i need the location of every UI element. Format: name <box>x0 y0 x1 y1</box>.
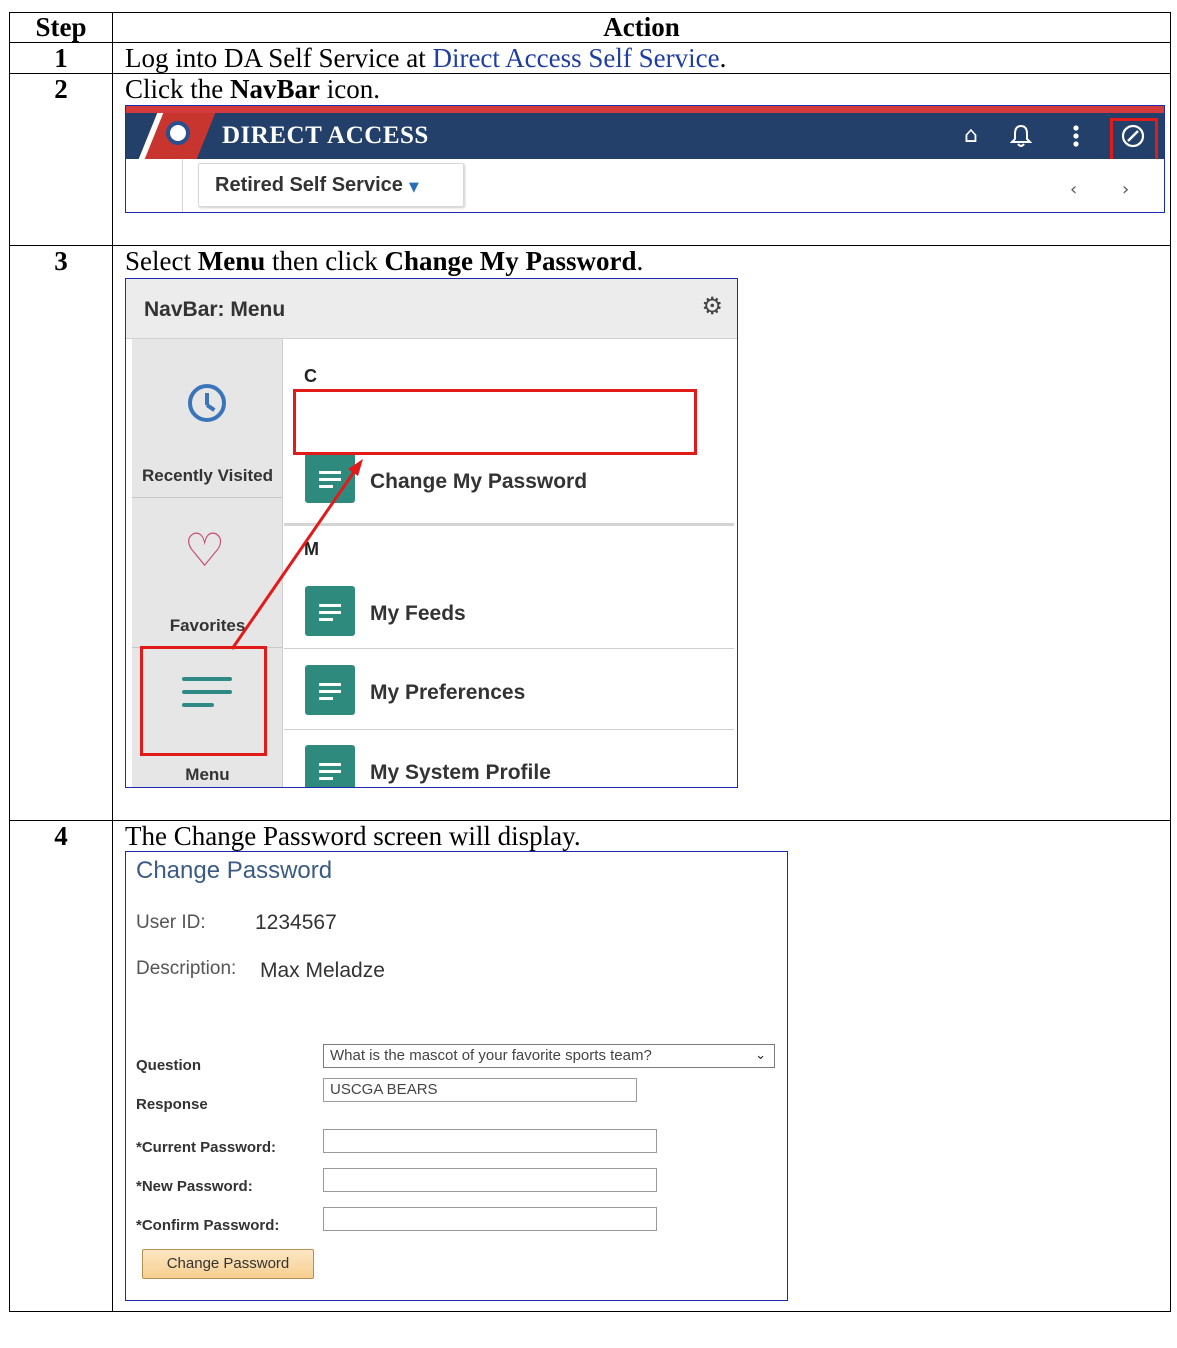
menu-item-my-feeds[interactable]: My Feeds <box>284 549 734 649</box>
navbar-header: NavBar: Menu ⚙ <box>126 279 737 339</box>
change-password-screenshot: Change Password User ID: 1234567 Descrip… <box>125 851 788 1301</box>
step-text: Log into DA Self Service at <box>125 43 433 73</box>
step-action: Select Menu then click Change My Passwor… <box>112 245 1171 821</box>
sub-header: Retired Self Service ▼ ‹ › <box>126 159 1164 212</box>
new-password-label: *New Password: <box>136 1178 253 1195</box>
navbar-title: NavBar: Menu <box>144 298 286 321</box>
home-icon[interactable]: ⌂ <box>956 121 986 151</box>
clock-icon <box>188 384 226 422</box>
new-password-input[interactable] <box>323 1168 657 1192</box>
header-action: Action <box>112 12 1171 43</box>
menu-item-label: Change My Password <box>370 470 588 493</box>
sidebar-item-menu[interactable]: Menu <box>132 760 283 787</box>
sidebar-item-recently-visited[interactable]: Recently Visited <box>132 461 283 491</box>
app-title: DIRECT ACCESS <box>222 122 429 149</box>
change-password-title: Change Password <box>136 857 333 884</box>
menu-item-label: My System Profile <box>370 761 551 784</box>
table-header-row: Step Action <box>9 12 1171 43</box>
table-row: 4 The Change Password screen will displa… <box>9 820 1171 1312</box>
description-value: Max Meladze <box>260 959 385 982</box>
step-number: 2 <box>9 73 113 246</box>
question-select[interactable]: What is the mascot of your favorite spor… <box>323 1044 775 1068</box>
sidebar-item-favorites[interactable]: Favorites <box>132 611 283 641</box>
user-id-value: 1234567 <box>255 911 337 934</box>
step-action: Log into DA Self Service at Direct Acces… <box>112 42 1171 74</box>
navbar-screenshot: NavBar: Menu ⚙ Recently Visited ♡ Favori… <box>125 278 738 788</box>
direct-access-link[interactable]: Direct Access Self Service <box>432 43 719 73</box>
menu-item-icon <box>305 745 355 787</box>
step-text: . <box>719 43 727 73</box>
step-action: Click the NavBar icon. DIRECT ACCESS ⌂ R… <box>112 73 1171 246</box>
heart-icon: ♡ <box>184 523 226 577</box>
seal-icon <box>166 121 190 145</box>
change-password-button[interactable]: Change Password <box>142 1249 314 1279</box>
app-header-bar: DIRECT ACCESS ⌂ <box>126 106 1164 166</box>
table-row: 3 Select Menu then click Change My Passw… <box>9 245 1171 821</box>
menu-item-icon <box>305 453 355 503</box>
confirm-password-input[interactable] <box>323 1207 657 1231</box>
menu-item-label: My Preferences <box>370 681 526 704</box>
response-input[interactable]: USCGA BEARS <box>323 1078 637 1102</box>
step-instruction: The Change Password screen will display. <box>125 821 581 851</box>
menu-item-icon <box>305 586 355 636</box>
more-vertical-icon[interactable] <box>1061 121 1091 151</box>
current-password-label: *Current Password: <box>136 1139 277 1156</box>
table-row: 1 Log into DA Self Service at Direct Acc… <box>9 42 1171 74</box>
table-row: 2 Click the NavBar icon. DIRECT ACCESS ⌂ <box>9 73 1171 246</box>
question-label: Question <box>136 1057 202 1074</box>
step-action: The Change Password screen will display.… <box>112 820 1171 1312</box>
bell-icon[interactable] <box>1006 121 1036 151</box>
chevron-right-icon[interactable]: › <box>1122 175 1129 205</box>
user-id-label: User ID: <box>136 912 206 933</box>
menu-item-my-system-profile[interactable]: My System Profile <box>284 731 734 787</box>
caret-down-icon: ▼ <box>408 180 419 195</box>
header-screenshot: DIRECT ACCESS ⌂ Retired Self Service ▼ ‹… <box>125 105 1165 213</box>
confirm-password-label: *Confirm Password: <box>136 1217 280 1234</box>
procedure-table: Step Action 1 Log into DA Self Service a… <box>9 12 1171 1312</box>
retired-self-service-tab[interactable]: Retired Self Service ▼ <box>198 163 464 207</box>
step-number: 1 <box>9 42 113 74</box>
header-step: Step <box>9 12 113 43</box>
gear-icon[interactable]: ⚙ <box>701 291 723 321</box>
response-label: Response <box>136 1096 208 1113</box>
step-number: 4 <box>9 820 113 1312</box>
chevron-down-icon: ⌄ <box>755 1048 766 1063</box>
step-instruction: Click the NavBar icon. <box>125 74 380 104</box>
menu-item-icon <box>305 665 355 715</box>
menu-item-my-preferences[interactable]: My Preferences <box>284 650 734 730</box>
group-letter: C <box>304 366 317 386</box>
menu-item-label: My Feeds <box>370 602 466 625</box>
change-password-highlight-box <box>293 389 697 455</box>
description-label: Description: <box>136 958 237 979</box>
step-number: 3 <box>9 245 113 821</box>
chevron-left-icon[interactable]: ‹ <box>1070 175 1077 205</box>
menu-highlight-box <box>140 646 267 756</box>
current-password-input[interactable] <box>323 1129 657 1153</box>
step-instruction: Select Menu then click Change My Passwor… <box>125 246 644 276</box>
